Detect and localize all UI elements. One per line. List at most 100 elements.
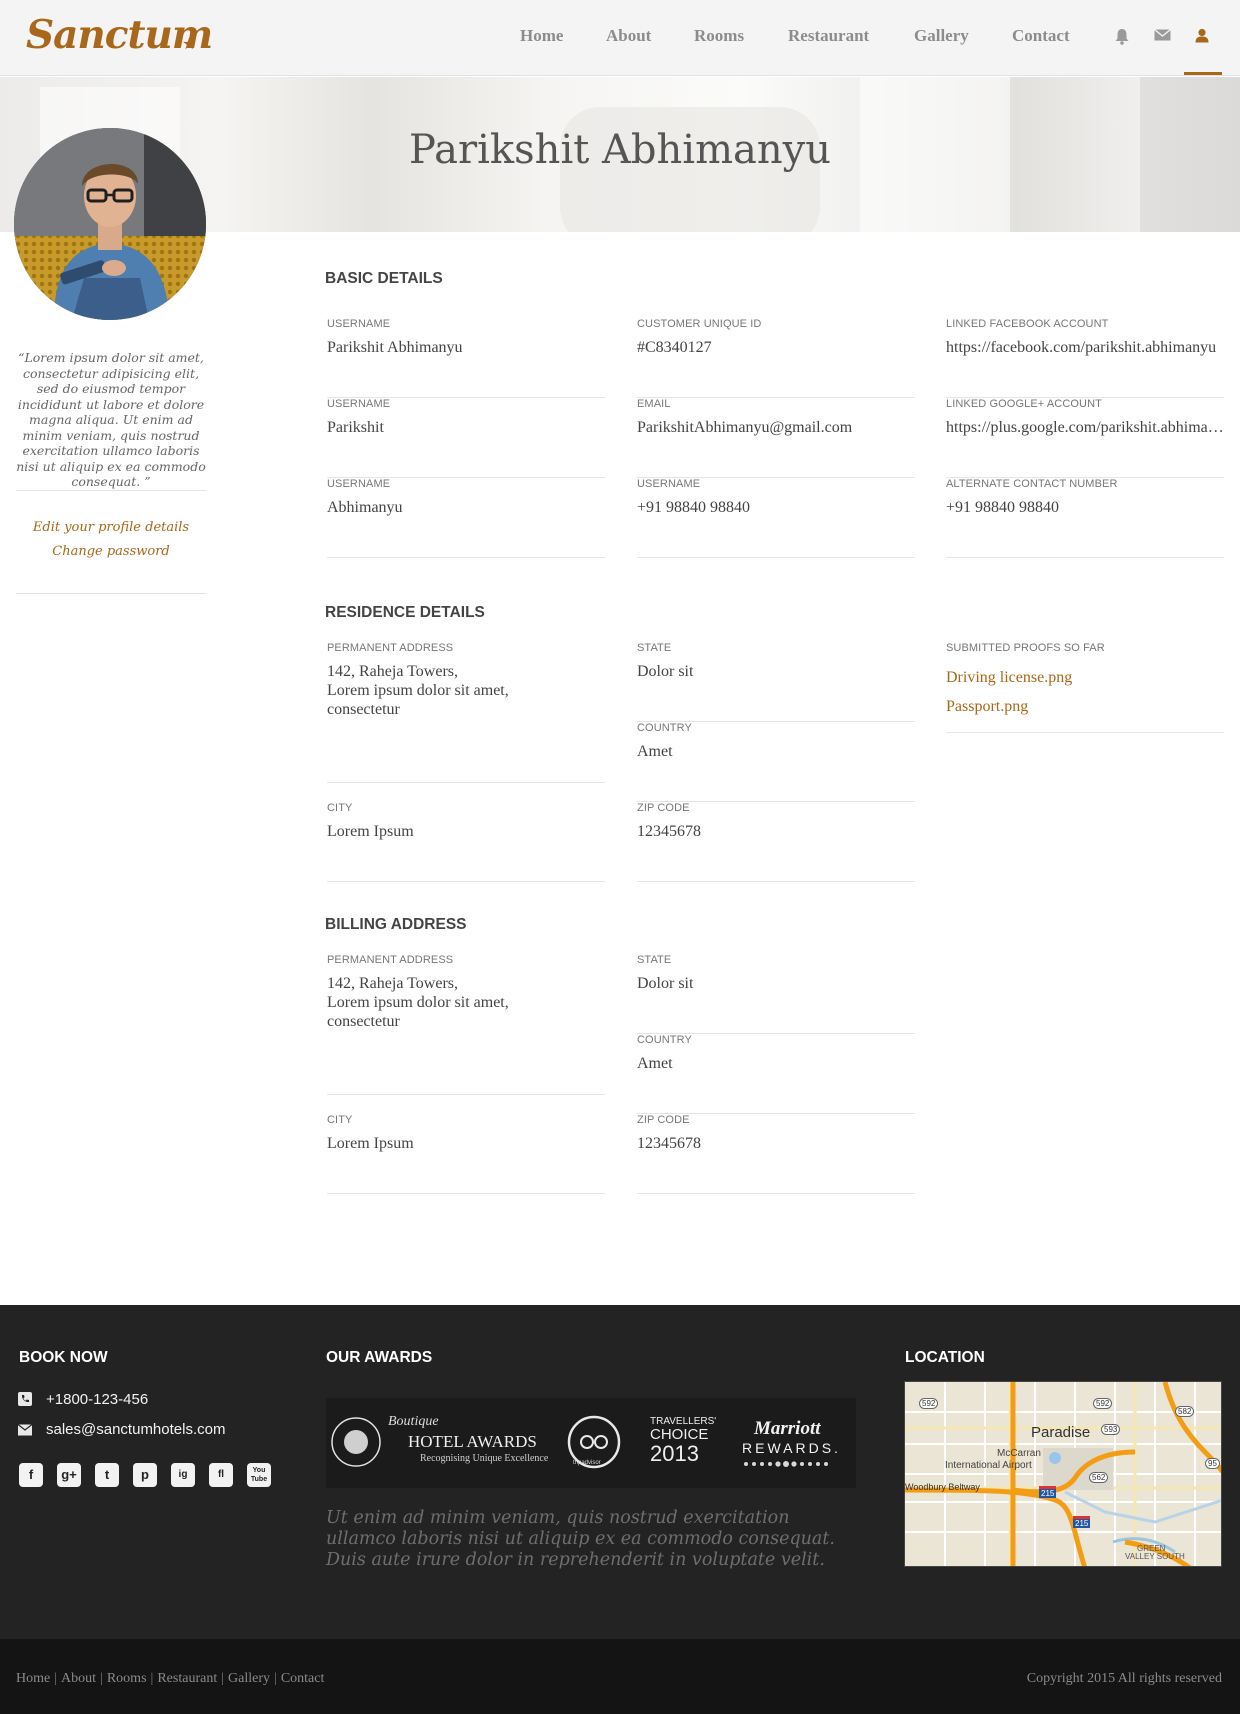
boutique-awards-tagline: Recognising Unique Excellence <box>420 1453 549 1464</box>
proof-file-link[interactable]: Driving license.png <box>946 669 1072 687</box>
basic-field-phone: USERNAME +91 98840 98840 <box>637 478 915 558</box>
twitter-icon[interactable]: t <box>95 1463 119 1487</box>
google-account-link[interactable]: https://plus.google.com/parikshit.abhima… <box>946 418 1224 437</box>
field-label: PERMANENT ADDRESS <box>327 954 454 966</box>
map-route-shield: 582 <box>1175 1406 1195 1417</box>
footer-link-rooms[interactable]: Rooms <box>107 1671 147 1686</box>
phone-number[interactable]: +1800-123-456 <box>46 1391 148 1408</box>
field-label: LINKED GOOGLE+ ACCOUNT <box>946 398 1102 410</box>
location-map[interactable]: Paradise McCarran International Airport … <box>904 1381 1222 1567</box>
map-city-label: Paradise <box>1031 1424 1091 1441</box>
nav-active-indicator <box>1184 72 1222 75</box>
change-password-link[interactable]: Change password <box>16 544 206 559</box>
field-label: USERNAME <box>327 318 391 330</box>
awards-description: Ut enim ad minim veniam, quis nostrud ex… <box>326 1508 835 1570</box>
basic-field-alt-contact: ALTERNATE CONTACT NUMBER +91 98840 98840 <box>946 478 1224 558</box>
youtube-icon[interactable]: You Tube <box>247 1463 271 1487</box>
sidebar-divider <box>16 490 206 491</box>
field-label: STATE <box>637 954 672 966</box>
flickr-icon[interactable]: fl <box>209 1463 233 1487</box>
footer-phone[interactable]: +1800-123-456 <box>18 1391 148 1408</box>
marriott-rewards: REWARDS. <box>742 1440 841 1456</box>
residence-field-city: CITY Lorem Ipsum <box>327 802 605 882</box>
billing-field-city: CITY Lorem Ipsum <box>327 1114 605 1194</box>
field-label: COUNTRY <box>637 1034 692 1046</box>
map-route-shield: 592 <box>1093 1398 1113 1409</box>
tripadvisor-brand: tripadvisor <box>573 1460 601 1466</box>
facebook-account-link[interactable]: https://facebook.com/parikshit.abhimanyu <box>946 338 1224 357</box>
field-value: Dolor sit <box>637 663 694 680</box>
nav-contact[interactable]: Contact <box>1012 26 1070 46</box>
google-plus-icon[interactable]: g+ <box>57 1463 81 1487</box>
basic-details-title: BASIC DETAILS <box>325 270 443 287</box>
billing-field-country: COUNTRY Amet <box>637 1034 915 1114</box>
map-route-shield: 562 <box>1089 1472 1109 1483</box>
footer-link-about[interactable]: About <box>61 1671 96 1686</box>
nav-restaurant[interactable]: Restaurant <box>788 26 869 46</box>
pinterest-icon[interactable]: p <box>133 1463 157 1487</box>
map-airport-label: International Airport <box>945 1460 1032 1471</box>
map-area-label: VALLEY SOUTH <box>1125 1552 1185 1561</box>
instagram-icon[interactable]: ig <box>171 1463 195 1487</box>
basic-field-google: LINKED GOOGLE+ ACCOUNT https://plus.goog… <box>946 398 1224 478</box>
footer-link-gallery[interactable]: Gallery <box>228 1671 270 1686</box>
nav-gallery[interactable]: Gallery <box>914 26 969 46</box>
facebook-icon[interactable]: f <box>19 1463 43 1487</box>
field-label: ZIP CODE <box>637 1114 690 1126</box>
awards-logos: Boutique HOTEL AWARDS Recognising Unique… <box>326 1398 856 1488</box>
field-label: ZIP CODE <box>637 802 690 814</box>
residence-details-title: RESIDENCE DETAILS <box>325 604 485 621</box>
field-value: Parikshit <box>327 419 384 436</box>
map-interstate-shield: 215 <box>1039 1486 1057 1498</box>
basic-field-lastname: USERNAME Abhimanyu <box>327 478 605 558</box>
footer-link-contact[interactable]: Contact <box>281 1671 325 1686</box>
bell-icon[interactable] <box>1114 28 1132 46</box>
field-label: PERMANENT ADDRESS <box>327 642 454 654</box>
map-route-shield: 593 <box>1101 1424 1121 1435</box>
envelope-icon[interactable] <box>1154 28 1172 46</box>
envelope-icon <box>17 1423 33 1437</box>
billing-address-title: BILLING ADDRESS <box>325 916 467 933</box>
nav-about[interactable]: About <box>606 26 651 46</box>
nav-home[interactable]: Home <box>520 26 563 46</box>
footer-nav: Home | About | Rooms | Restaurant | Gallery | Cont… <box>16 1671 325 1686</box>
field-label: EMAIL <box>637 398 671 410</box>
residence-field-zip: ZIP CODE 12345678 <box>637 802 915 882</box>
boutique-awards-name: HOTEL AWARDS <box>408 1432 537 1451</box>
tripadvisor-year: 2013 <box>650 1441 699 1466</box>
phone-icon <box>18 1392 32 1406</box>
field-value: +91 98840 98840 <box>637 499 751 516</box>
map-route-shield: 592 <box>919 1398 939 1409</box>
navbar: Sanctum ★ Home About Rooms Restaurant Ga… <box>0 0 1240 76</box>
map-road-label: Woodbury Beltway <box>905 1482 980 1492</box>
field-label: SUBMITTED PROOFS SO FAR <box>946 642 1105 654</box>
edit-profile-link[interactable]: Edit your profile details <box>16 520 206 535</box>
field-label: COUNTRY <box>637 722 692 734</box>
field-value: 142, Raheja Towers, Lorem ipsum dolor si… <box>327 975 509 1030</box>
footer-link-restaurant[interactable]: Restaurant <box>157 1671 217 1686</box>
footer-email[interactable]: sales@sanctumhotels.com <box>17 1421 225 1438</box>
basic-field-customer-id: CUSTOMER UNIQUE ID #C8340127 <box>637 318 915 398</box>
star-icon: ★ <box>182 36 197 53</box>
residence-field-permanent-address: PERMANENT ADDRESS 142, Raheja Towers, Lo… <box>327 642 605 783</box>
marriott-logo: Marriott <box>754 1418 821 1439</box>
email-address[interactable]: sales@sanctumhotels.com <box>46 1421 225 1438</box>
basic-field-facebook: LINKED FACEBOOK ACCOUNT https://facebook… <box>946 318 1224 398</box>
field-label: CITY <box>327 802 353 814</box>
copyright: Copyright 2015 All rights reserved <box>1026 1671 1222 1686</box>
field-label: CITY <box>327 1114 353 1126</box>
footer-link-home[interactable]: Home <box>16 1671 50 1686</box>
proof-file-link[interactable]: Passport.png <box>946 698 1028 716</box>
field-label: STATE <box>637 642 672 654</box>
user-icon[interactable] <box>1195 28 1213 46</box>
avatar[interactable] <box>14 128 206 320</box>
boutique-awards-script: Boutique <box>388 1414 439 1429</box>
field-value: #C8340127 <box>637 339 712 356</box>
nav-rooms[interactable]: Rooms <box>694 26 744 46</box>
map-interstate-shield: 215 <box>1073 1516 1091 1528</box>
field-label: CUSTOMER UNIQUE ID <box>637 318 762 330</box>
basic-field-email: EMAIL ParikshitAbhimanyu@gmail.com <box>637 398 915 478</box>
billing-field-zip: ZIP CODE 12345678 <box>637 1114 915 1194</box>
billing-field-permanent-address: PERMANENT ADDRESS 142, Raheja Towers, Lo… <box>327 954 605 1095</box>
field-value: Abhimanyu <box>327 499 403 516</box>
